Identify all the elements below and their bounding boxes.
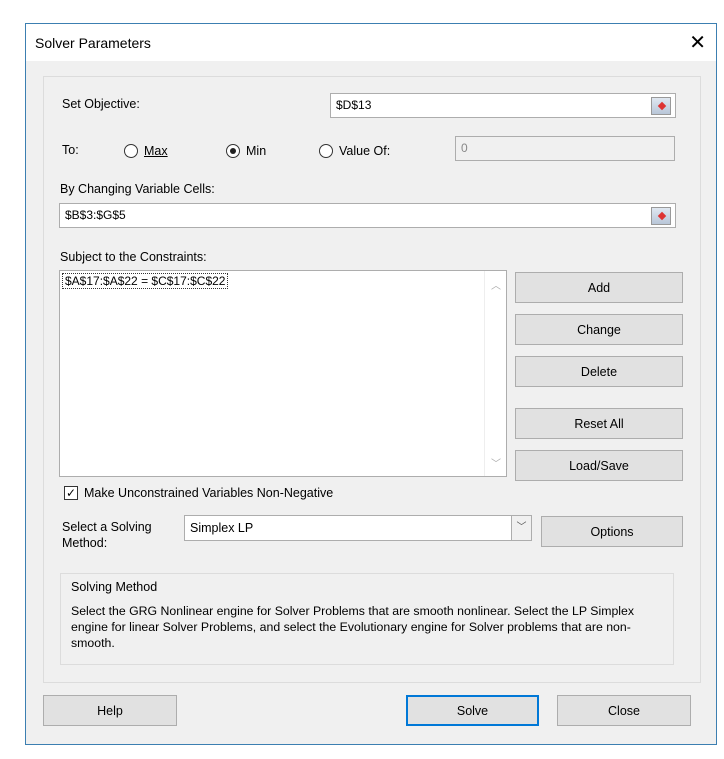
reset-all-button[interactable]: Reset All: [515, 408, 683, 439]
changing-cells-input[interactable]: $B$3:$G$5: [59, 203, 676, 228]
max-radio[interactable]: Max: [124, 144, 168, 158]
info-title: Solving Method: [71, 580, 158, 594]
checkmark-icon: ✓: [64, 486, 78, 500]
max-label: Max: [144, 144, 168, 158]
solving-method-label-2: Method:: [62, 536, 108, 550]
set-objective-label: Set Objective:: [62, 97, 140, 111]
constraints-label: Subject to the Constraints:: [60, 250, 207, 264]
scroll-down-icon[interactable]: ﹀: [491, 455, 501, 470]
delete-button[interactable]: Delete: [515, 356, 683, 387]
dialog-title: Solver Parameters: [35, 35, 151, 51]
constraints-list[interactable]: $A$17:$A$22 = $C$17:$C$22 ︿ ﹀: [59, 270, 507, 477]
close-icon[interactable]: ✕: [689, 30, 706, 55]
radio-circle: [124, 144, 138, 158]
non-negative-label: Make Unconstrained Variables Non-Negativ…: [84, 486, 334, 500]
range-select-icon[interactable]: [651, 207, 671, 225]
min-label: Min: [246, 144, 267, 158]
value-of-label: Value Of:: [339, 144, 391, 158]
title-bar: Solver Parameters ✕: [26, 24, 716, 61]
objective-input[interactable]: $D$13: [330, 93, 676, 118]
help-button[interactable]: Help: [43, 695, 177, 726]
value-of-radio[interactable]: Value Of:: [319, 144, 390, 158]
change-button[interactable]: Change: [515, 314, 683, 345]
radio-circle-selected: [226, 144, 240, 158]
to-label: To:: [62, 143, 79, 157]
info-text: Select the GRG Nonlinear engine for Solv…: [71, 604, 634, 650]
changing-cells-label: By Changing Variable Cells:: [60, 182, 215, 196]
load-save-button[interactable]: Load/Save: [515, 450, 683, 481]
solve-button[interactable]: Solve: [406, 695, 539, 726]
constraint-item[interactable]: $A$17:$A$22 = $C$17:$C$22: [62, 273, 229, 289]
objective-value: $D$13: [336, 98, 372, 112]
solving-method-info: Solving Method Select the GRG Nonlinear …: [60, 573, 674, 665]
chevron-down-icon[interactable]: ﹀: [511, 516, 531, 540]
scrollbar[interactable]: ︿ ﹀: [484, 271, 506, 476]
changing-cells-value: $B$3:$G$5: [65, 208, 126, 222]
min-radio[interactable]: Min: [226, 144, 266, 158]
range-select-icon[interactable]: [651, 97, 671, 115]
radio-circle: [319, 144, 333, 158]
non-negative-checkbox[interactable]: ✓ Make Unconstrained Variables Non-Negat…: [64, 486, 333, 500]
solving-method-label: Select a Solving: [62, 520, 152, 534]
options-button[interactable]: Options: [541, 516, 683, 547]
close-button[interactable]: Close: [557, 695, 691, 726]
solving-method-select[interactable]: Simplex LP ﹀: [184, 515, 532, 541]
add-button[interactable]: Add: [515, 272, 683, 303]
solving-method-value: Simplex LP: [190, 521, 254, 535]
scroll-up-icon[interactable]: ︿: [491, 277, 501, 292]
value-of-input[interactable]: 0: [455, 136, 675, 161]
